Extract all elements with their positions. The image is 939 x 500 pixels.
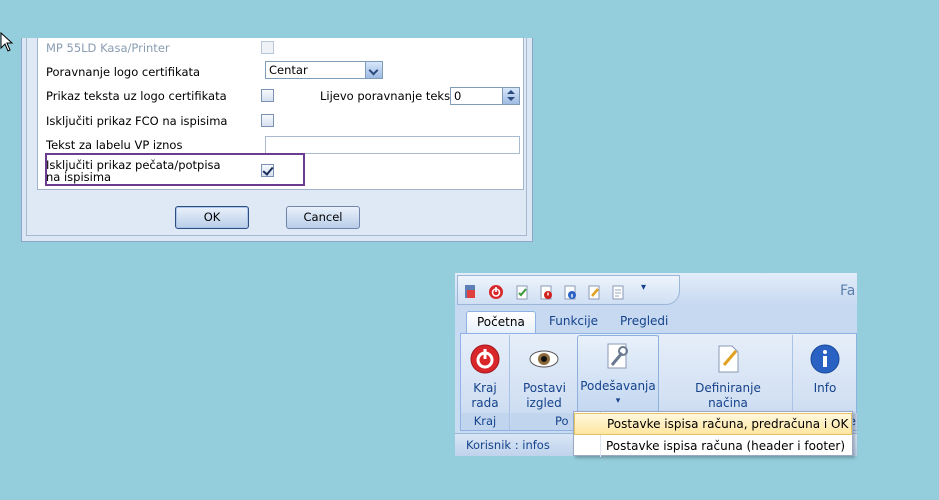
dialog-body: MP 55LD Kasa/Printer Poravnanje logo cer… (26, 38, 527, 236)
chevron-down-icon: ▾ (615, 396, 621, 406)
show-text-label: Prikaz teksta uz logo certifikata (46, 89, 227, 103)
mp55ld-checkbox[interactable] (261, 41, 274, 54)
power-icon (470, 344, 500, 374)
spinner-buttons[interactable] (502, 88, 519, 104)
document-info-icon[interactable] (562, 284, 578, 300)
qat-customize-icon[interactable]: ▾ (641, 282, 646, 293)
cancel-button[interactable]: Cancel (286, 206, 360, 229)
document-check-icon[interactable] (514, 284, 530, 300)
app-title: Fa (840, 283, 856, 299)
kraj-rada-button[interactable]: Kraj rada (463, 338, 507, 411)
logo-alignment-select[interactable]: Centar (265, 61, 383, 79)
document-alert-icon[interactable] (538, 284, 554, 300)
mouse-cursor-icon (0, 32, 14, 52)
tab-pocetna[interactable]: Početna (466, 311, 536, 333)
tab-funkcije[interactable]: Funkcije (539, 311, 608, 333)
wrench-icon (607, 343, 628, 369)
podesavanja-dropdown-menu: Postavke ispisa računa, predračuna i OK … (573, 411, 853, 458)
chevron-down-icon[interactable] (365, 62, 382, 78)
info-button[interactable]: Info (804, 338, 846, 396)
left-align-value: 0 (454, 89, 462, 103)
spin-up-icon[interactable] (507, 90, 515, 94)
vp-label-input[interactable] (265, 136, 520, 154)
postavi-izgled-button[interactable]: Postavi izgled (521, 338, 567, 411)
highlight-annotation (45, 153, 305, 186)
podesavanja-label: Podešavanja (580, 379, 656, 393)
menu-item-header-footer[interactable]: Postavke ispisa računa (header i footer) (574, 436, 852, 458)
document-edit-icon (718, 345, 739, 373)
quick-access-toolbar: ▾ (457, 275, 680, 305)
logo-alignment-label: Poravnanje logo certifikata (46, 65, 201, 79)
tab-pregledi[interactable]: Pregledi (610, 311, 678, 333)
group-kraj-label: Kraj (461, 413, 509, 430)
ribbon-tabs: Početna Funkcije Pregledi (455, 307, 857, 333)
group-kraj: Kraj rada Kraj (461, 335, 510, 430)
info-icon (810, 344, 840, 374)
spin-down-icon[interactable] (507, 97, 515, 101)
kraj-rada-label: Kraj rada (471, 381, 499, 410)
disable-fco-label: Isključiti prikaz FCO na ispisima (46, 114, 228, 128)
document-edit-icon[interactable] (586, 284, 602, 300)
left-align-spinner[interactable]: 0 (450, 87, 520, 105)
title-bar: ▾ Fa (455, 273, 857, 307)
logo-alignment-value: Centar (269, 63, 308, 77)
disable-fco-checkbox[interactable] (261, 114, 274, 127)
podesavanja-button[interactable]: Podešavanja ▾ (577, 335, 659, 413)
left-align-label: Lijevo poravnanje teksta (320, 89, 462, 103)
vp-label-label: Tekst za labelu VP iznos (46, 138, 183, 152)
settings-panel: MP 55LD Kasa/Printer Poravnanje logo cer… (37, 38, 524, 190)
eye-icon (529, 350, 559, 368)
print-settings-dialog: MP 55LD Kasa/Printer Poravnanje logo cer… (21, 38, 533, 242)
ok-button[interactable]: OK (175, 206, 249, 229)
app-menu-icon[interactable] (463, 284, 479, 300)
document-icon[interactable] (610, 284, 626, 300)
power-icon[interactable] (488, 284, 504, 300)
menu-item-racun-predracun-ok[interactable]: Postavke ispisa računa, predračuna i OK (574, 413, 852, 435)
mp55ld-label: MP 55LD Kasa/Printer (46, 41, 170, 55)
show-text-checkbox[interactable] (261, 89, 274, 102)
info-label: Info (813, 381, 837, 395)
postavi-izgled-label: Postavi izgled (523, 381, 566, 410)
